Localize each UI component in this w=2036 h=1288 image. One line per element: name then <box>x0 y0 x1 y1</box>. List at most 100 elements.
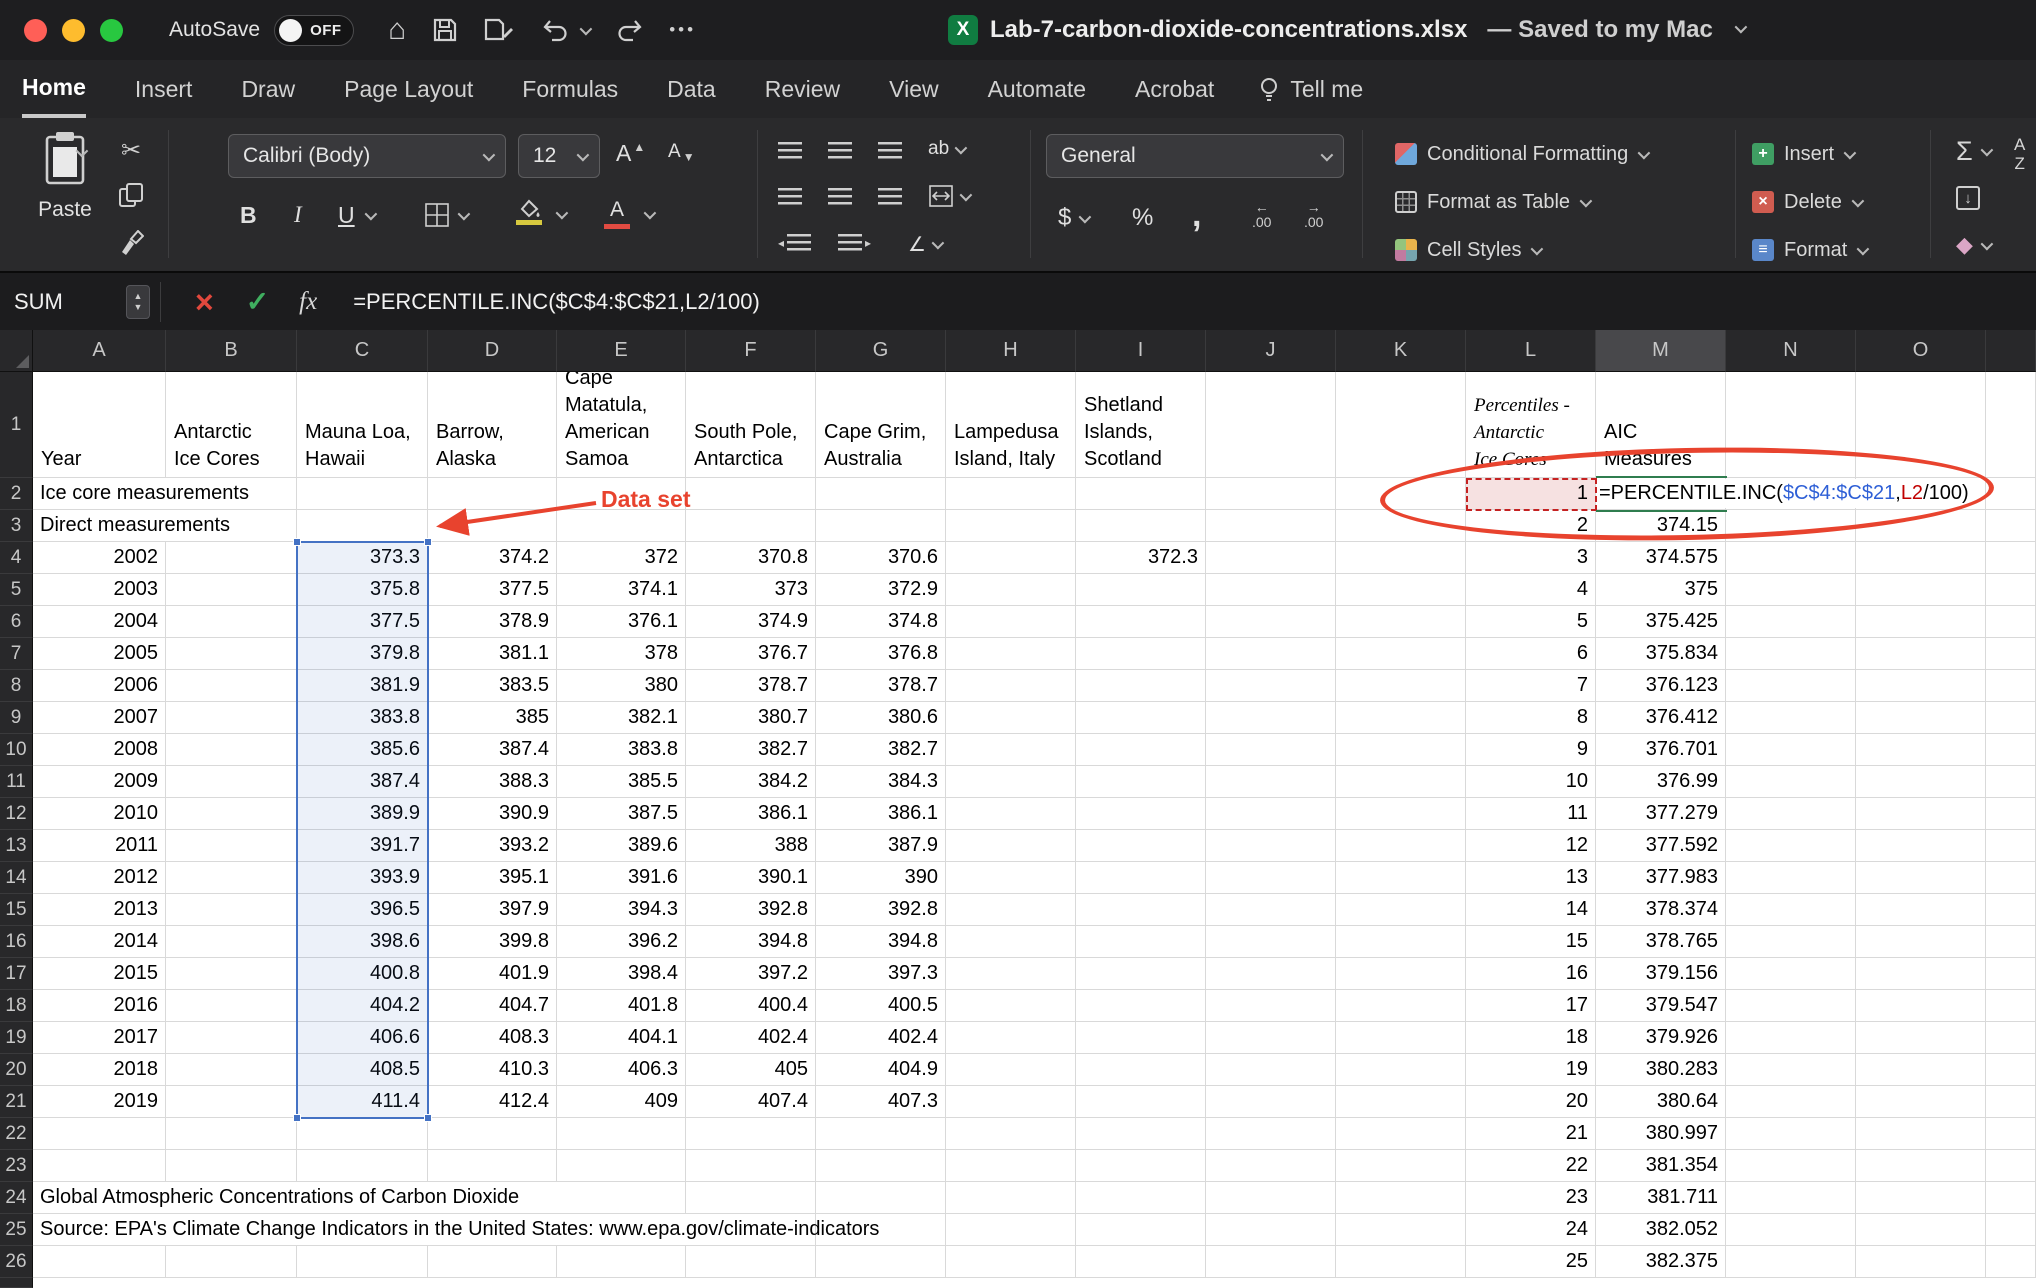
cell-G10[interactable]: 382.7 <box>816 734 946 766</box>
cell-O6[interactable] <box>1856 606 1986 638</box>
row-header-16[interactable]: 16 <box>0 926 33 958</box>
cell-M21[interactable]: 380.64 <box>1596 1086 1726 1118</box>
cell-G1[interactable]: Cape Grim, Australia <box>816 372 946 478</box>
cell-D11[interactable]: 388.3 <box>428 766 557 798</box>
cell-K7[interactable] <box>1336 638 1466 670</box>
column-header-E[interactable]: E <box>557 330 686 372</box>
cell-A15[interactable]: 2013 <box>33 894 166 926</box>
cell-F4[interactable]: 370.8 <box>686 542 816 574</box>
copy-icon[interactable] <box>118 182 144 213</box>
cell-L11[interactable]: 10 <box>1466 766 1596 798</box>
cell-M24[interactable]: 381.711 <box>1596 1182 1726 1214</box>
cell-A25[interactable]: Source: EPA's Climate Change Indicators … <box>33 1214 879 1246</box>
cell-M25[interactable]: 382.052 <box>1596 1214 1726 1246</box>
row-header-9[interactable]: 9 <box>0 702 33 734</box>
cell-H3[interactable] <box>946 510 1076 542</box>
cell-K4[interactable] <box>1336 542 1466 574</box>
cut-icon[interactable]: ✂ <box>121 136 141 165</box>
cell-B19[interactable] <box>166 1022 297 1054</box>
autosave-toggle[interactable]: OFF <box>274 14 355 46</box>
cell-A14[interactable]: 2012 <box>33 862 166 894</box>
cell-L9[interactable]: 8 <box>1466 702 1596 734</box>
selection-handle-bl[interactable] <box>293 1114 301 1122</box>
cell-O8[interactable] <box>1856 670 1986 702</box>
cell-A18[interactable]: 2016 <box>33 990 166 1022</box>
cell-E17[interactable]: 398.4 <box>557 958 686 990</box>
cell-N5[interactable] <box>1726 574 1856 606</box>
cell-N6[interactable] <box>1726 606 1856 638</box>
cell-O3[interactable] <box>1856 510 1986 542</box>
cell-B1[interactable]: Antarctic Ice Cores <box>166 372 297 478</box>
cell-E15[interactable]: 394.3 <box>557 894 686 926</box>
cell-H18[interactable] <box>946 990 1076 1022</box>
cell-B20[interactable] <box>166 1054 297 1086</box>
cell-L14[interactable]: 13 <box>1466 862 1596 894</box>
cell-O13[interactable] <box>1856 830 1986 862</box>
cell-J17[interactable] <box>1206 958 1336 990</box>
cell-M13[interactable]: 377.592 <box>1596 830 1726 862</box>
select-all-corner[interactable] <box>0 330 33 372</box>
cell-I23[interactable] <box>1076 1150 1206 1182</box>
cell-B22[interactable] <box>166 1118 297 1150</box>
cell-D15[interactable]: 397.9 <box>428 894 557 926</box>
cell-H4[interactable] <box>946 542 1076 574</box>
font-size-select[interactable]: 12 <box>518 134 600 178</box>
cell-N9[interactable] <box>1726 702 1856 734</box>
cell-I13[interactable] <box>1076 830 1206 862</box>
cell-G12[interactable]: 386.1 <box>816 798 946 830</box>
row-header-24[interactable]: 24 <box>0 1182 33 1214</box>
cell-L12[interactable]: 11 <box>1466 798 1596 830</box>
cell-A6[interactable]: 2004 <box>33 606 166 638</box>
cell-G21[interactable]: 407.3 <box>816 1086 946 1118</box>
cell-E8[interactable]: 380 <box>557 670 686 702</box>
cell-O10[interactable] <box>1856 734 1986 766</box>
font-color-dropdown[interactable] <box>643 206 657 220</box>
formula-edit-text[interactable]: =PERCENTILE.INC($C$4:$C$21,L2/100) <box>1596 479 1977 508</box>
cell-F21[interactable]: 407.4 <box>686 1086 816 1118</box>
row-header-22[interactable]: 22 <box>0 1118 33 1150</box>
cell-A3[interactable]: Direct measurements <box>33 510 297 542</box>
cell-G9[interactable]: 380.6 <box>816 702 946 734</box>
cell-B17[interactable] <box>166 958 297 990</box>
cell-D7[interactable]: 381.1 <box>428 638 557 670</box>
data-set-label[interactable]: Data set <box>601 486 690 513</box>
cell-G5[interactable]: 372.9 <box>816 574 946 606</box>
font-color-button[interactable]: A <box>604 198 630 229</box>
cell-J7[interactable] <box>1206 638 1336 670</box>
tab-automate[interactable]: Automate <box>988 60 1086 118</box>
align-center-button[interactable] <box>828 188 852 205</box>
row-header-27[interactable] <box>0 1278 33 1288</box>
selection-handle-br[interactable] <box>424 1114 432 1122</box>
cell-F23[interactable] <box>686 1150 816 1182</box>
cell-H10[interactable] <box>946 734 1076 766</box>
cell-J22[interactable] <box>1206 1118 1336 1150</box>
cell-I6[interactable] <box>1076 606 1206 638</box>
cell-K14[interactable] <box>1336 862 1466 894</box>
cell-L8[interactable]: 7 <box>1466 670 1596 702</box>
fill-down-button[interactable]: ↓ <box>1956 186 1980 210</box>
decrease-font-size-button[interactable]: A ▼ <box>668 140 695 164</box>
row-header-6[interactable]: 6 <box>0 606 33 638</box>
cell-O26[interactable] <box>1856 1246 1986 1278</box>
cell-O4[interactable] <box>1856 542 1986 574</box>
cell-E3[interactable] <box>557 510 686 542</box>
cell-O7[interactable] <box>1856 638 1986 670</box>
cell-M4[interactable]: 374.575 <box>1596 542 1726 574</box>
cell-G18[interactable]: 400.5 <box>816 990 946 1022</box>
cell-K18[interactable] <box>1336 990 1466 1022</box>
cell-O19[interactable] <box>1856 1022 1986 1054</box>
cell-H2[interactable] <box>946 478 1076 510</box>
cell-E18[interactable]: 401.8 <box>557 990 686 1022</box>
cell-N16[interactable] <box>1726 926 1856 958</box>
cell-E22[interactable] <box>557 1118 686 1150</box>
cell-L15[interactable]: 14 <box>1466 894 1596 926</box>
cell-H21[interactable] <box>946 1086 1076 1118</box>
cell-D16[interactable]: 399.8 <box>428 926 557 958</box>
cell-A4[interactable]: 2002 <box>33 542 166 574</box>
insert-cells-button[interactable]: + Insert <box>1752 136 1857 172</box>
cell-A11[interactable]: 2009 <box>33 766 166 798</box>
orientation-button[interactable]: ∠ <box>908 232 945 257</box>
cell-G24[interactable] <box>816 1182 946 1214</box>
cell-A12[interactable]: 2010 <box>33 798 166 830</box>
column-header-A[interactable]: A <box>33 330 166 372</box>
